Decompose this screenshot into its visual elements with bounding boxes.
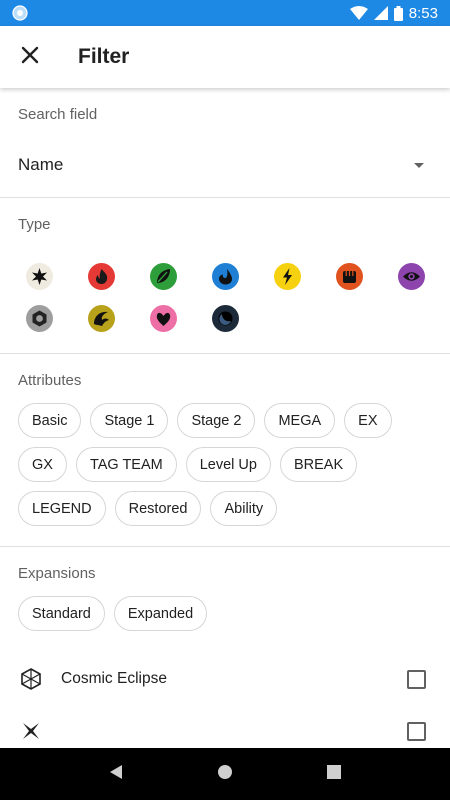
fire-type-icon [88,262,115,290]
home-circle-icon [217,764,233,785]
page-title: Filter [78,45,130,68]
chip-restored[interactable]: Restored [114,491,202,526]
status-bar: 8:53 [0,0,450,26]
chip-tag-team[interactable]: TAG TEAM [75,447,177,482]
back-button[interactable] [96,754,136,794]
type-section: Type [0,198,450,354]
attributes-section: Attributes Basic Stage 1 Stage 2 MEGA EX… [0,354,450,547]
system-navigation-bar [0,748,450,800]
expansion-set-icon [18,718,44,744]
type-grass[interactable] [142,255,204,297]
type-dragon[interactable] [80,297,142,339]
attributes-chips: Basic Stage 1 Stage 2 MEGA EX GX TAG TEA… [0,389,450,546]
chip-ability[interactable]: Ability [210,491,278,526]
expansions-title: Expansions [18,565,96,582]
type-fighting[interactable] [328,255,390,297]
battery-icon [393,5,403,21]
type-metal[interactable] [18,297,80,339]
dragon-type-icon [88,304,115,332]
metal-type-icon [26,304,53,332]
chip-mega[interactable]: MEGA [264,403,336,438]
colorless-type-icon [26,262,53,290]
type-fire[interactable] [80,255,142,297]
water-type-icon [212,262,239,290]
type-grid [0,233,450,353]
back-triangle-icon [109,764,123,785]
search-field-value: Name [18,155,64,174]
expansion-label: Cosmic Eclipse [61,670,167,687]
type-lightning[interactable] [266,255,328,297]
app-bar: Filter [0,26,450,88]
search-field-title: Search field [18,106,98,123]
grass-type-icon [150,262,177,290]
fighting-type-icon [336,262,363,290]
cosmic-eclipse-set-icon [18,666,44,692]
type-colorless[interactable] [18,255,80,297]
type-psychic[interactable] [390,255,450,297]
app-notification-icon [12,5,28,21]
chip-basic[interactable]: Basic [18,403,82,438]
expansions-section: Expansions Standard Expanded Cosmic Ecli… [0,547,450,748]
fairy-type-icon [150,304,177,332]
home-button[interactable] [205,754,245,794]
dropdown-arrow-icon [414,162,424,168]
chip-level-up[interactable]: Level Up [185,447,271,482]
type-water[interactable] [204,255,266,297]
attributes-title: Attributes [18,372,82,389]
chip-break[interactable]: BREAK [279,447,358,482]
chip-stage-2[interactable]: Stage 2 [177,403,256,438]
chip-legend[interactable]: LEGEND [18,491,106,526]
expansion-checkbox[interactable] [407,669,426,689]
recents-button[interactable] [314,754,354,794]
chip-gx[interactable]: GX [18,447,67,482]
close-button[interactable] [0,26,60,88]
psychic-type-icon [398,262,425,290]
chip-standard[interactable]: Standard [18,596,105,631]
type-fairy[interactable] [142,297,204,339]
chip-stage-1[interactable]: Stage 1 [90,403,169,438]
search-field-section: Search field Name [0,88,450,198]
chip-expanded[interactable]: Expanded [113,596,208,631]
darkness-type-icon [212,304,239,332]
expansion-item-next[interactable] [0,705,450,748]
search-field-dropdown[interactable]: Name [0,133,450,197]
type-title: Type [18,216,51,233]
chip-ex[interactable]: EX [344,403,392,438]
expansions-chips: Standard Expanded [0,582,450,653]
type-darkness[interactable] [204,297,266,339]
lightning-type-icon [274,262,301,290]
filter-content[interactable]: Search field Name Type Attributes Basic … [0,88,450,748]
close-icon [21,46,39,69]
expansion-checkbox[interactable] [407,721,426,741]
cell-signal-icon [373,6,388,20]
status-time: 8:53 [408,4,438,22]
recents-square-icon [326,764,341,784]
wifi-icon [349,6,368,20]
expansion-item-cosmic-eclipse[interactable]: Cosmic Eclipse [0,653,450,705]
